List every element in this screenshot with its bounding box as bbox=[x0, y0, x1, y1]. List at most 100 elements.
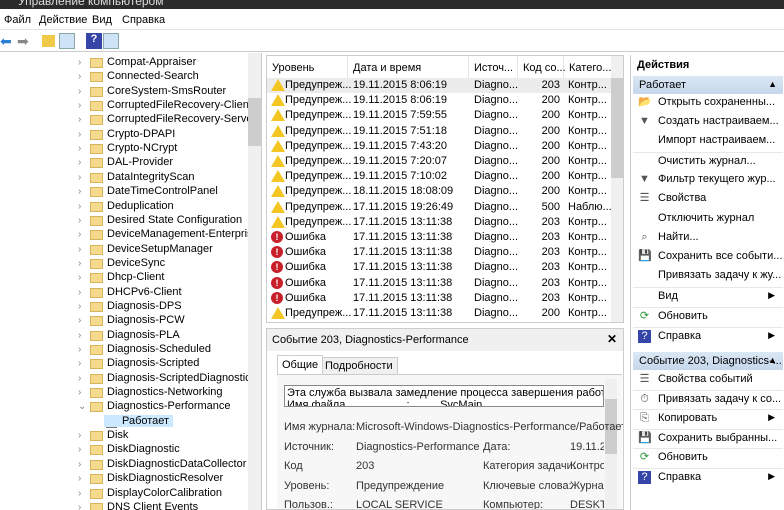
tree-item[interactable]: › DataIntegrityScan bbox=[0, 171, 248, 185]
tree-item[interactable]: › CorruptedFileRecovery-Client bbox=[0, 99, 248, 113]
chevron-right-icon[interactable]: › bbox=[78, 129, 81, 140]
show-hide-tree-icon[interactable] bbox=[59, 33, 75, 49]
chevron-right-icon[interactable]: › bbox=[78, 114, 81, 125]
section-event-header[interactable]: Событие 203, Diagnostics-... ▲ bbox=[633, 352, 783, 370]
tree-item[interactable]: ⌄ Diagnostics-Performance bbox=[0, 400, 248, 414]
close-icon[interactable]: ✕ bbox=[607, 332, 617, 346]
action-item[interactable]: Отключить журнал bbox=[633, 210, 783, 228]
chevron-right-icon[interactable]: › bbox=[78, 272, 81, 283]
chevron-right-icon[interactable]: › bbox=[78, 186, 81, 197]
tree-item[interactable]: › DeviceSetupManager bbox=[0, 243, 248, 257]
tree-scrollbar[interactable] bbox=[248, 53, 261, 510]
tree-item[interactable]: › DeviceSync bbox=[0, 257, 248, 271]
chevron-right-icon[interactable]: › bbox=[78, 387, 81, 398]
forward-icon[interactable]: ➡ bbox=[17, 33, 33, 49]
table-row[interactable]: ! Ошибка 17.11.2015 13:11:38 Diagno... 203 Ко… bbox=[267, 291, 612, 306]
action-item[interactable]: ⟳ Обновить bbox=[633, 448, 783, 466]
table-row[interactable]: Предупреж... 17.11.2015 19:26:49 Diagno...… bbox=[267, 200, 612, 215]
tree-item[interactable]: › DisplayColorCalibration bbox=[0, 487, 248, 501]
chevron-right-icon[interactable]: › bbox=[78, 143, 81, 154]
action-item[interactable]: Импорт настраиваем... bbox=[633, 132, 783, 150]
chevron-right-icon[interactable]: › bbox=[78, 358, 81, 369]
chevron-right-icon[interactable]: › bbox=[78, 172, 81, 183]
chevron-right-icon[interactable]: › bbox=[78, 502, 81, 510]
tree-item[interactable]: › DAL-Provider bbox=[0, 156, 248, 170]
menu-help[interactable]: Справка bbox=[122, 14, 165, 26]
chevron-right-icon[interactable]: › bbox=[78, 86, 81, 97]
action-item[interactable]: ? Справка ▶ bbox=[633, 468, 783, 486]
action-item[interactable]: ? Справка ▶ bbox=[633, 327, 783, 345]
action-item[interactable]: 📂 Открыть сохраненны... bbox=[633, 94, 783, 112]
tree-item[interactable]: Работает bbox=[0, 414, 248, 429]
table-row[interactable]: ! Ошибка 17.11.2015 13:11:38 Diagno... 203 Ко… bbox=[267, 245, 612, 260]
chevron-right-icon[interactable]: › bbox=[78, 301, 81, 312]
tree-item[interactable]: › DiskDiagnosticResolver bbox=[0, 472, 248, 486]
action-item[interactable]: ☰ Свойства событий bbox=[633, 371, 783, 389]
tab-general[interactable]: Общие bbox=[277, 355, 324, 374]
menu-file[interactable]: Файл bbox=[4, 14, 31, 26]
chevron-right-icon[interactable]: › bbox=[78, 229, 81, 240]
column-header[interactable]: Уровень bbox=[267, 56, 348, 78]
action-item[interactable]: ☰ Свойства bbox=[633, 190, 783, 208]
menu-action[interactable]: Действие bbox=[39, 14, 87, 26]
show-hide-action-pane-icon[interactable] bbox=[103, 33, 119, 49]
menu-view[interactable]: Вид bbox=[92, 14, 112, 26]
chevron-right-icon[interactable]: › bbox=[78, 215, 81, 226]
action-item[interactable]: 💾 Сохранить все событи... bbox=[633, 248, 783, 266]
chevron-right-icon[interactable]: › bbox=[78, 157, 81, 168]
table-row[interactable]: Предупреж... 19.11.2015 7:59:55 Diagno... 2… bbox=[267, 108, 612, 123]
chevron-right-icon[interactable]: › bbox=[78, 444, 81, 455]
tree-item[interactable]: › DeviceManagement-Enterprise-D bbox=[0, 228, 248, 242]
action-item[interactable]: ▼ Создать настраиваем... bbox=[633, 113, 783, 131]
table-row[interactable]: Предупреж... 19.11.2015 7:51:18 Diagno... 2… bbox=[267, 124, 612, 139]
tree-item[interactable]: › Crypto-DPAPI bbox=[0, 128, 248, 142]
tree-item[interactable]: › CorruptedFileRecovery-Server bbox=[0, 113, 248, 127]
list-scrollbar[interactable] bbox=[611, 56, 623, 322]
chevron-right-icon[interactable]: › bbox=[78, 71, 81, 82]
help-icon[interactable]: ? bbox=[86, 33, 102, 49]
table-row[interactable]: Предупреж... 17.11.2015 13:11:38 Diagno...… bbox=[267, 306, 612, 321]
table-row[interactable]: Предупреж... 19.11.2015 7:20:07 Diagno... 2… bbox=[267, 154, 612, 169]
column-header[interactable]: Источ... bbox=[469, 56, 518, 78]
table-row[interactable]: Предупреж... 19.11.2015 8:06:19 Diagno... 2… bbox=[267, 78, 612, 93]
back-icon[interactable]: ⬅ bbox=[0, 33, 16, 49]
table-row[interactable]: Предупреж... 19.11.2015 8:06:19 Diagno... 2… bbox=[267, 93, 612, 108]
action-item[interactable]: ⏱ Привязать задачу к со... bbox=[633, 390, 783, 408]
chevron-right-icon[interactable]: › bbox=[78, 201, 81, 212]
table-row[interactable]: ! Ошибка 17.11.2015 13:11:38 Diagno... 203 Ко… bbox=[267, 230, 612, 245]
tree-item[interactable]: › Compat-Appraiser bbox=[0, 56, 248, 70]
tree-item[interactable]: › Diagnosis-DPS bbox=[0, 300, 248, 314]
chevron-right-icon[interactable]: › bbox=[78, 315, 81, 326]
tree-item[interactable]: › Desired State Configuration bbox=[0, 214, 248, 228]
chevron-right-icon[interactable]: › bbox=[78, 344, 81, 355]
tree-item[interactable]: › Dhcp-Client bbox=[0, 271, 248, 285]
action-item[interactable]: Очистить журнал... bbox=[633, 152, 783, 170]
action-item[interactable]: ⎘ Копировать ▶ bbox=[633, 409, 783, 427]
tab-details[interactable]: Подробности bbox=[320, 357, 398, 375]
chevron-right-icon[interactable]: › bbox=[78, 473, 81, 484]
up-folder-icon[interactable] bbox=[42, 35, 55, 47]
chevron-right-icon[interactable]: › bbox=[78, 57, 81, 68]
tree-item[interactable]: › DNS Client Events bbox=[0, 501, 248, 510]
action-item[interactable]: Вид ▶ bbox=[633, 287, 783, 305]
table-row[interactable]: Предупреж... 18.11.2015 18:08:09 Diagno...… bbox=[267, 184, 612, 199]
detail-scrollbar[interactable] bbox=[605, 379, 617, 509]
chevron-right-icon[interactable]: › bbox=[78, 100, 81, 111]
column-header[interactable]: Код со... bbox=[518, 56, 566, 78]
section-log-header[interactable]: Работает ▲ bbox=[633, 76, 783, 94]
tree-item[interactable]: › DiskDiagnostic bbox=[0, 443, 248, 457]
action-item[interactable]: ▼ Фильтр текущего жур... bbox=[633, 171, 783, 189]
tree-item[interactable]: › Deduplication bbox=[0, 200, 248, 214]
chevron-down-icon[interactable]: ⌄ bbox=[78, 401, 86, 412]
table-row[interactable]: Предупреж... 19.11.2015 7:10:02 Diagno... 2… bbox=[267, 169, 612, 184]
tree-item[interactable]: › Connected-Search bbox=[0, 70, 248, 84]
table-row[interactable]: Предупреж... 17.11.2015 13:11:38 Diagno...… bbox=[267, 215, 612, 230]
chevron-right-icon[interactable]: › bbox=[78, 258, 81, 269]
chevron-right-icon[interactable]: › bbox=[78, 287, 81, 298]
action-item[interactable]: 💾 Сохранить выбранны... bbox=[633, 429, 783, 447]
tree-item[interactable]: › Diagnosis-PCW bbox=[0, 314, 248, 328]
tree-item[interactable]: › DHCPv6-Client bbox=[0, 286, 248, 300]
chevron-right-icon[interactable]: › bbox=[78, 373, 81, 384]
action-item[interactable]: ⟳ Обновить bbox=[633, 307, 783, 325]
column-header[interactable]: Дата и время bbox=[348, 56, 469, 78]
